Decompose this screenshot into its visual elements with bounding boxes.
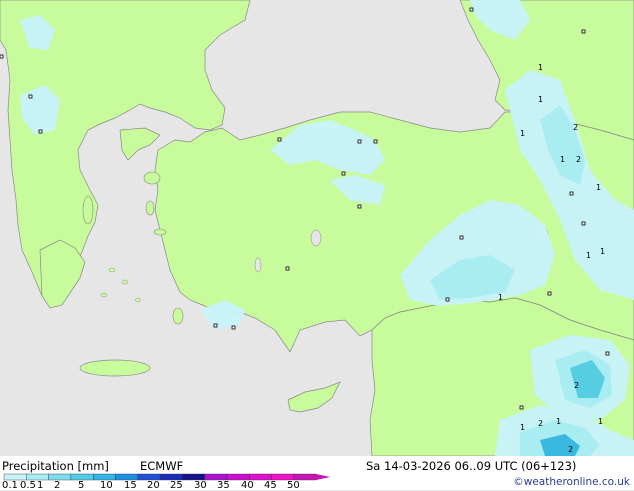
city-marker: [581, 29, 586, 34]
city-marker: [373, 139, 378, 144]
island-crete: [79, 359, 151, 377]
valid-time: Sa 14-03-2026 06..09 UTC (06+123): [366, 459, 577, 473]
map-label: 1: [538, 95, 543, 104]
city-marker: [213, 323, 218, 328]
city-marker: [277, 137, 282, 142]
legend-tick: 0.5: [20, 480, 36, 491]
city-marker: [357, 139, 362, 144]
city-marker: [357, 204, 362, 209]
island-lesbos: [143, 171, 161, 185]
precip-title: Precipitation [mm]: [2, 459, 109, 473]
legend-tick: 30: [194, 480, 207, 491]
legend-tick: 25: [170, 480, 183, 491]
legend-arrow: [316, 474, 331, 480]
map-label: 1: [560, 155, 565, 164]
legend-tick: 1: [37, 480, 44, 491]
island-cyclades-4: [135, 297, 141, 303]
map-label: 2: [573, 123, 578, 132]
island-cyclades-2: [121, 279, 129, 285]
map-label: 1: [586, 251, 591, 260]
city-marker: [469, 7, 474, 12]
city-marker: [581, 221, 586, 226]
city-marker: [285, 266, 290, 271]
island-rhodes: [172, 307, 184, 325]
map-label: 1: [556, 417, 561, 426]
map-label: 1: [596, 183, 601, 192]
city-marker: [569, 191, 574, 196]
map-label: 1: [520, 423, 525, 432]
island-chios: [145, 200, 155, 216]
credit: ©weatheronline.co.uk: [513, 476, 630, 488]
city-marker: [445, 297, 450, 302]
model-name: ECMWF: [140, 459, 184, 473]
legend-tick: 0.1: [2, 480, 18, 491]
island-samos: [153, 228, 167, 236]
city-marker: [231, 325, 236, 330]
map-label: 1: [520, 129, 525, 138]
map-footer: Precipitation [mm] ECMWF Sa 14-03-2026 0…: [0, 456, 634, 491]
legend-tick: 50: [287, 480, 300, 491]
map-label: 2: [538, 419, 543, 428]
island-euboea: [82, 195, 94, 225]
map-label: 1: [600, 247, 605, 256]
legend-tick: 2: [54, 480, 61, 491]
map-label: 1: [498, 293, 503, 302]
map-label: 2: [568, 445, 573, 454]
city-marker: [341, 171, 346, 176]
map-label: 1: [598, 417, 603, 426]
island-cyclades-3: [100, 292, 108, 298]
legend-tick: 10: [100, 480, 113, 491]
city-marker: [547, 291, 552, 296]
island-cyclades-1: [108, 267, 116, 273]
map-label: 2: [576, 155, 581, 164]
legend-tick: 45: [264, 480, 277, 491]
precipitation-map: 1 1 1 2 1 2 1 1 1 2 1 1 2 2 1 1: [0, 0, 634, 456]
map-label: 1: [538, 63, 543, 72]
legend-tick: 5: [78, 480, 85, 491]
weather-map-page: 1 1 1 2 1 2 1 1 1 2 1 1 2 2 1 1 Precipit…: [0, 0, 634, 491]
city-marker: [459, 235, 464, 240]
legend-tick: 15: [124, 480, 137, 491]
legend-tick: 40: [241, 480, 254, 491]
city-marker: [605, 351, 610, 356]
city-marker: [38, 129, 43, 134]
city-marker: [0, 54, 4, 59]
map-label: 2: [574, 381, 579, 390]
lake-beysehir: [254, 257, 262, 273]
city-marker: [519, 405, 524, 410]
city-marker: [28, 94, 33, 99]
lake-tuz: [310, 229, 322, 247]
legend-tick: 35: [217, 480, 230, 491]
legend-tick: 20: [147, 480, 160, 491]
